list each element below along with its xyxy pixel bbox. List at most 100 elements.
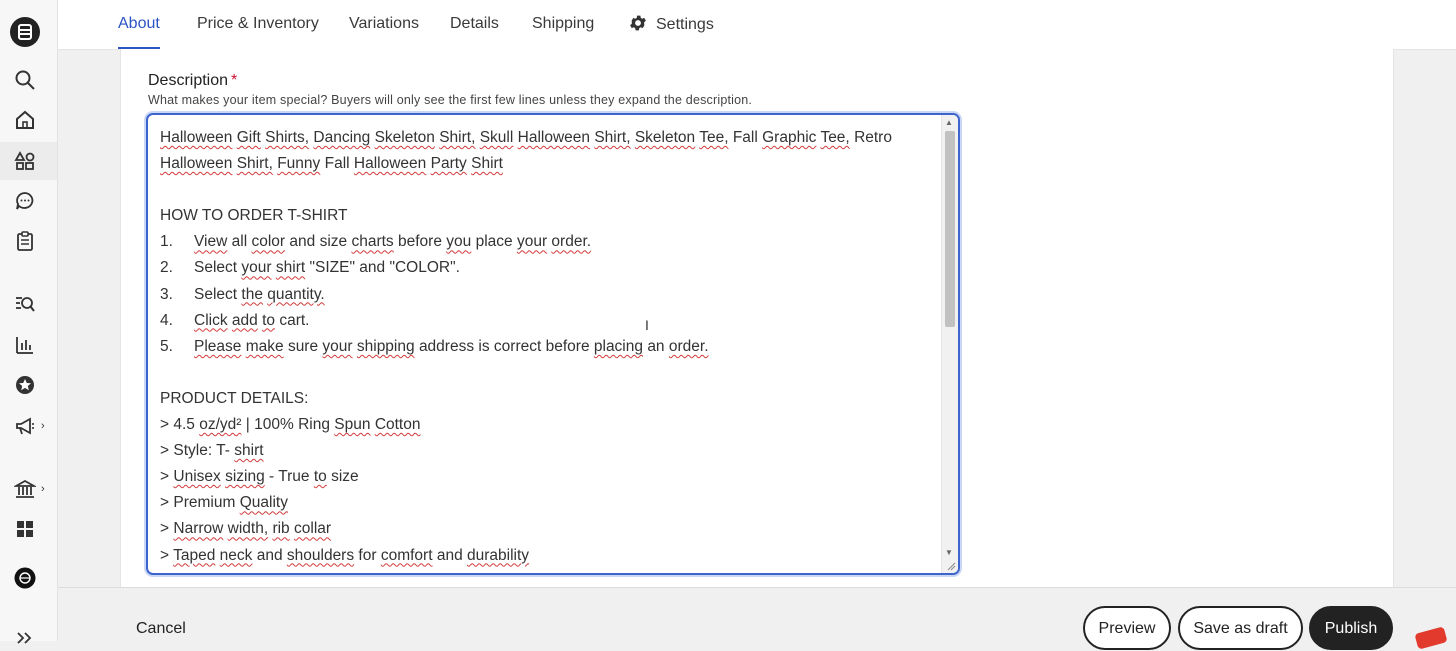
- misspelled-word: neck: [219, 546, 253, 564]
- description-label: Description *: [148, 72, 237, 90]
- gear-icon: [630, 15, 646, 31]
- description-line: > Style: T- shirt: [160, 442, 264, 460]
- scroll-down-arrow-icon[interactable]: ▼: [945, 548, 953, 557]
- scroll-thumb[interactable]: [945, 131, 955, 327]
- tab-about[interactable]: About: [118, 15, 160, 49]
- misspelled-word: Shirt,: [236, 155, 273, 173]
- misspelled-word: width,: [227, 520, 269, 538]
- description-line: [160, 360, 930, 386]
- misspelled-word: the: [241, 285, 263, 303]
- megaphone-icon[interactable]: [12, 413, 38, 439]
- misspelled-word: shirt: [275, 259, 306, 277]
- misspelled-word: shoulders: [286, 546, 355, 564]
- misspelled-word: make: [245, 337, 284, 355]
- description-textarea[interactable]: Halloween Gift Shirts, Dancing Skeleton …: [146, 113, 960, 575]
- publish-button[interactable]: Publish: [1309, 606, 1393, 650]
- misspelled-word: shirt: [234, 442, 264, 460]
- description-line: > Narrow width, rib collar: [160, 520, 332, 538]
- home-icon[interactable]: [12, 107, 38, 133]
- misspelled-word: Shirt,: [594, 129, 631, 146]
- etsy-logo-icon[interactable]: [10, 17, 40, 47]
- misspelled-word: to: [313, 468, 327, 486]
- tab-price-inventory[interactable]: Price & Inventory: [197, 15, 319, 49]
- description-line: HOW TO ORDER T-SHIRT: [160, 207, 348, 225]
- misspelled-word: placing: [593, 337, 643, 355]
- messages-icon[interactable]: [12, 188, 38, 214]
- description-line: [160, 177, 930, 203]
- expand-icon[interactable]: [12, 625, 38, 651]
- misspelled-word: shipping: [356, 337, 415, 355]
- description-text[interactable]: Halloween Gift Shirts, Dancing Skeleton …: [160, 125, 930, 569]
- misspelled-word: order.: [668, 337, 709, 355]
- step-number: 1.: [160, 233, 173, 251]
- bank-icon[interactable]: [12, 476, 38, 502]
- description-line: > Taped neck and shoulders for comfort a…: [160, 546, 530, 564]
- misspelled-word: Halloween: [160, 129, 233, 146]
- misspelled-word: Shirt,: [439, 129, 476, 146]
- description-line: 3. Select the quantity.: [160, 282, 930, 308]
- misspelled-word: sizing: [225, 468, 265, 486]
- orders-icon[interactable]: [12, 228, 38, 254]
- profile-icon[interactable]: [12, 565, 38, 591]
- description-line: > 4.5 oz/yd² | 100% Ring Spun Cotton: [160, 416, 421, 434]
- star-seller-icon[interactable]: [12, 372, 38, 398]
- misspelled-word: your: [241, 259, 272, 277]
- misspelled-word: add: [231, 311, 258, 329]
- misspelled-word: you: [446, 233, 472, 251]
- misspelled-word: Taped: [173, 546, 216, 564]
- misspelled-word: rib: [272, 520, 290, 538]
- misspelled-word: Tee,: [820, 129, 850, 146]
- description-line: Halloween Gift Shirts, Dancing Skeleton …: [160, 129, 892, 146]
- description-line: 2. Select your shirt "SIZE" and "COLOR".: [160, 255, 930, 281]
- misspelled-word: Halloween: [160, 155, 233, 173]
- chevron-right-icon[interactable]: ›: [41, 483, 45, 495]
- required-mark: *: [231, 72, 238, 89]
- scroll-up-arrow-icon[interactable]: ▲: [945, 118, 953, 127]
- misspelled-word: Funny: [277, 155, 321, 173]
- step-number: 3.: [160, 285, 173, 303]
- misspelled-word: Dancing: [313, 129, 371, 146]
- tab-details[interactable]: Details: [450, 15, 499, 49]
- apps-icon[interactable]: [12, 516, 38, 542]
- misspelled-word: Graphic: [762, 129, 817, 146]
- description-line: 1. View all color and size charts before …: [160, 229, 930, 255]
- misspelled-word: Shirt: [471, 155, 503, 173]
- preview-button[interactable]: Preview: [1083, 606, 1171, 650]
- description-line: 4. Click add to cart.: [160, 308, 930, 334]
- resize-handle-icon[interactable]: [946, 561, 956, 571]
- misspelled-word: your: [516, 233, 548, 251]
- misspelled-word: Click: [194, 311, 228, 329]
- step-number: 2.: [160, 259, 173, 277]
- tab-variations[interactable]: Variations: [349, 15, 419, 49]
- description-help-text: What makes your item special? Buyers wil…: [148, 93, 753, 107]
- step-number: 4.: [160, 311, 173, 329]
- listing-tabs: About Price & Inventory Variations Detai…: [58, 0, 1456, 50]
- misspelled-word: durability: [467, 546, 530, 564]
- misspelled-word: Spun: [334, 416, 371, 434]
- stats-icon[interactable]: [12, 332, 38, 358]
- misspelled-word: Narrow: [173, 520, 224, 538]
- tab-shipping[interactable]: Shipping: [532, 15, 594, 49]
- search-icon[interactable]: [12, 67, 38, 93]
- misspelled-word: Skeleton: [634, 129, 696, 146]
- description-line: 5. Please make sure your shipping address…: [160, 334, 930, 360]
- misspelled-word: your: [322, 337, 353, 355]
- chevron-right-icon[interactable]: ›: [41, 420, 45, 432]
- misspelled-word: Please: [194, 337, 242, 355]
- step-number: 5.: [160, 337, 173, 355]
- cancel-button[interactable]: Cancel: [136, 620, 186, 638]
- description-line: PRODUCT DETAILS:: [160, 389, 309, 407]
- misspelled-word: Skeleton: [374, 129, 435, 146]
- misspelled-word: color: [251, 233, 286, 251]
- misspelled-word: oz/yd²: [199, 416, 242, 434]
- marketing-search-icon[interactable]: [12, 291, 38, 317]
- description-line: > Premium Quality: [160, 494, 288, 512]
- save-draft-button[interactable]: Save as draft: [1178, 606, 1303, 650]
- textarea-scrollbar[interactable]: ▲ ▼: [941, 115, 958, 573]
- listings-icon[interactable]: [12, 148, 38, 174]
- misspelled-word: Party: [430, 155, 467, 173]
- misspelled-word: order.: [551, 233, 592, 251]
- description-label-text: Description: [148, 72, 229, 89]
- description-line: > Unisex sizing - True to size: [160, 468, 359, 486]
- tab-settings[interactable]: Settings: [628, 13, 714, 47]
